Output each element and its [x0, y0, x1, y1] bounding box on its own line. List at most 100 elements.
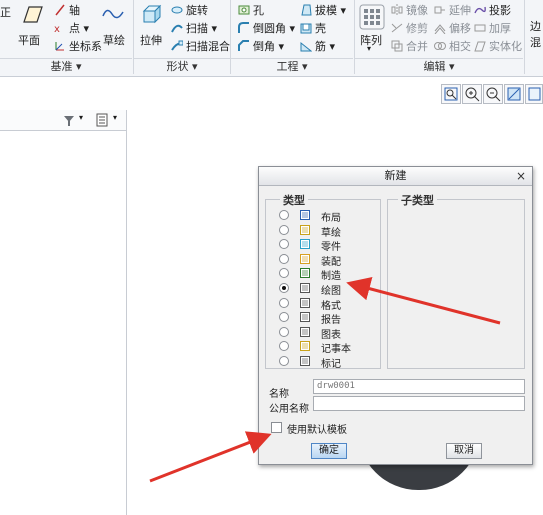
type-option[interactable]: 装配	[279, 253, 375, 268]
pattern-icon[interactable]	[359, 4, 385, 30]
type-radio[interactable]	[279, 239, 289, 250]
draft-icon	[300, 4, 312, 16]
swept-blend-button[interactable]: 扫描混合	[171, 38, 230, 54]
subtype-group: 子类型	[387, 192, 525, 369]
group-shapes[interactable]: 形状 ▾	[134, 58, 230, 75]
type-option[interactable]: 绘图	[279, 282, 375, 297]
extrude-button[interactable]: 拉伸	[140, 32, 162, 48]
type-radio[interactable]	[279, 210, 289, 220]
type-option[interactable]: 标记	[279, 355, 375, 370]
zoom-out-button[interactable]	[483, 84, 503, 104]
thicken-button[interactable]: 加厚	[474, 20, 511, 36]
revolve-button[interactable]: 旋转	[171, 2, 208, 18]
type-option[interactable]: 报告	[279, 311, 375, 326]
group-datum[interactable]: 基准 ▾	[0, 58, 132, 75]
type-option-label: 制造	[321, 271, 341, 283]
type-option[interactable]: 制造	[279, 267, 375, 283]
cancel-button[interactable]: 取消	[446, 443, 482, 459]
pattern-dropdown-icon[interactable]: ▾	[367, 44, 371, 53]
dialog-title: 新建	[384, 169, 407, 182]
drawing-icon	[299, 282, 311, 294]
type-radio[interactable]	[279, 224, 289, 235]
intersect-button[interactable]: 相交	[434, 38, 471, 54]
rib-button[interactable]: 筋 ▾	[300, 38, 335, 54]
saved-orientations-icon	[528, 87, 541, 101]
model-tree-panel	[0, 110, 127, 515]
settings-dropdown-icon[interactable]: ▾	[79, 113, 83, 122]
revolve-icon	[171, 4, 183, 16]
shell-button[interactable]: 壳	[300, 20, 326, 36]
saved-orientations-button[interactable]	[525, 84, 543, 104]
extrude-icon[interactable]	[141, 4, 163, 26]
edge-button[interactable]: 边	[530, 18, 541, 34]
type-radio[interactable]	[279, 268, 289, 279]
show-dropdown-icon[interactable]: ▾	[113, 113, 117, 122]
show-menu-icon[interactable]	[95, 113, 109, 127]
settings-icon[interactable]	[62, 113, 76, 127]
solidify-button[interactable]: 实体化	[474, 38, 522, 54]
close-icon[interactable]: ×	[516, 167, 526, 185]
sketch-button[interactable]: 草绘	[103, 32, 125, 48]
project-button[interactable]: 投影	[474, 2, 511, 18]
name-field[interactable]: drw0001	[313, 379, 525, 394]
type-option[interactable]: 布局	[279, 209, 375, 224]
group-editing[interactable]: 编辑 ▾	[355, 58, 523, 75]
type-option[interactable]: 记事本	[279, 340, 375, 355]
common-name-field[interactable]	[313, 396, 525, 411]
chamfer-button[interactable]: 倒角 ▾	[238, 38, 284, 54]
extend-button[interactable]: 延伸	[434, 2, 471, 18]
report-icon	[299, 311, 311, 323]
use-default-template-checkbox[interactable]	[271, 422, 282, 433]
type-radio[interactable]	[279, 326, 289, 337]
type-radio[interactable]	[279, 283, 289, 293]
plane-button[interactable]: 平面	[18, 32, 40, 48]
type-option-label: 标记	[321, 359, 341, 370]
type-radio[interactable]	[279, 297, 289, 308]
swept-blend-icon	[171, 40, 184, 52]
refit-button[interactable]	[441, 84, 461, 104]
merge-button[interactable]: 合并	[391, 38, 428, 54]
shell-icon	[300, 22, 312, 34]
point-button[interactable]: x点 ▾	[54, 20, 89, 36]
project-icon	[474, 4, 486, 16]
chamfer-icon	[238, 40, 250, 52]
type-radio[interactable]	[279, 253, 289, 264]
hole-button[interactable]: 孔	[238, 2, 264, 18]
type-option[interactable]: 草绘	[279, 224, 375, 239]
coordinate-system-icon	[54, 40, 66, 52]
repaint-button[interactable]	[504, 84, 524, 104]
group-engineering[interactable]: 工程 ▾	[231, 58, 353, 75]
point-icon: x	[54, 22, 66, 35]
type-option[interactable]: 图表	[279, 326, 375, 341]
offset-button[interactable]: 偏移	[434, 20, 471, 36]
type-option[interactable]: 格式	[279, 297, 375, 312]
coordinate-system-button[interactable]: 坐标系	[54, 38, 102, 54]
axis-button[interactable]: 轴	[54, 2, 80, 18]
draft-button[interactable]: 拔模 ▾	[300, 2, 346, 18]
mirror-button[interactable]: 镜像	[391, 2, 428, 18]
round-button[interactable]: 倒圆角 ▾	[238, 20, 295, 36]
zoom-in-button[interactable]	[462, 84, 482, 104]
type-legend: 类型	[280, 192, 308, 208]
plane-icon[interactable]	[20, 4, 44, 26]
svg-text:x: x	[54, 24, 60, 34]
thicken-icon	[474, 22, 486, 34]
type-radio[interactable]	[279, 312, 289, 323]
edge-button-label-2[interactable]: 混	[530, 34, 541, 50]
common-name-label: 公用名称	[269, 404, 309, 415]
part-icon	[299, 238, 311, 250]
arrow-to-template-checkbox	[149, 431, 272, 483]
sweep-button[interactable]: 扫描 ▾	[171, 20, 217, 36]
sketch-icon[interactable]	[101, 4, 125, 24]
subtype-legend: 子类型	[398, 192, 437, 208]
layout-icon	[299, 209, 311, 221]
trim-button[interactable]: 修剪	[391, 20, 428, 36]
type-radio[interactable]	[279, 356, 289, 366]
type-option-label: 草绘	[321, 227, 341, 239]
ribbon-item-zheng[interactable]: 正	[0, 4, 11, 20]
dialog-title-bar: 新建 ×	[259, 167, 532, 186]
type-radio[interactable]	[279, 341, 289, 352]
type-option[interactable]: 零件	[279, 238, 375, 253]
ok-button[interactable]: 确定	[311, 443, 347, 459]
notebook-icon	[299, 340, 311, 352]
